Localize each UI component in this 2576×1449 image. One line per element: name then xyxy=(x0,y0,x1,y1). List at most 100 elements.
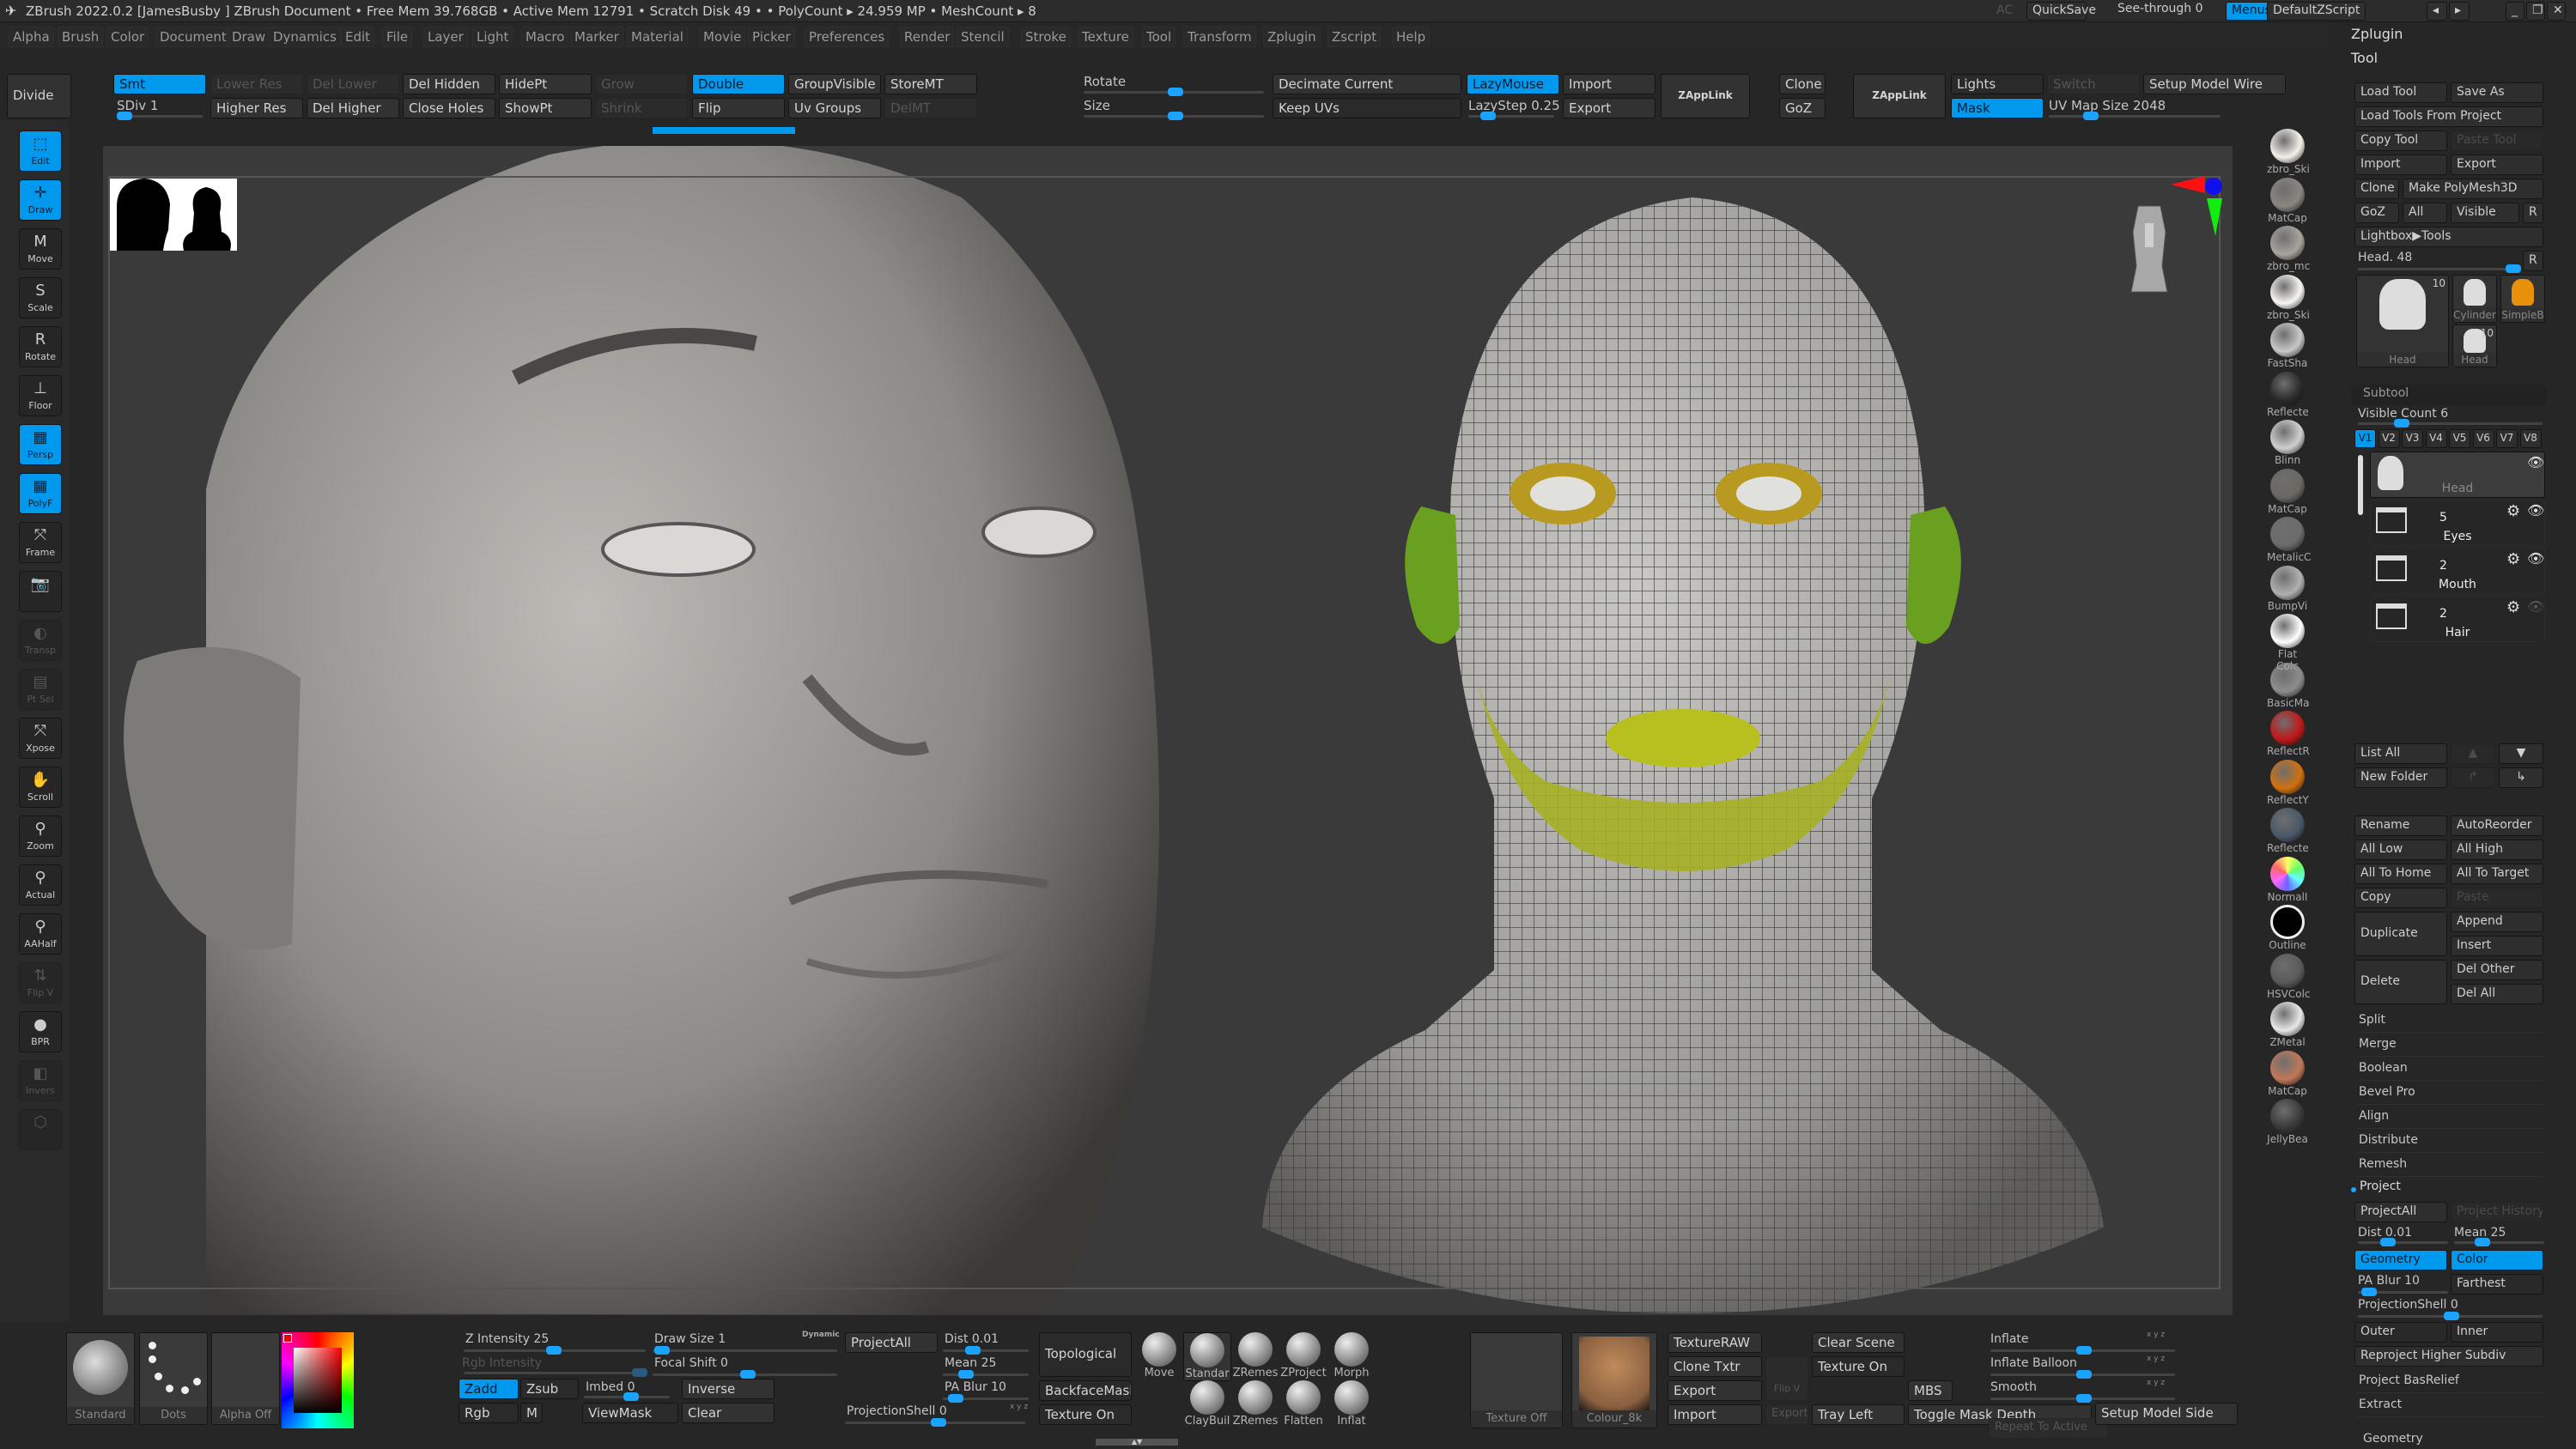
main-color-swatch[interactable] xyxy=(283,1334,292,1343)
texture-off-thumbnail[interactable]: Texture Off xyxy=(1470,1332,1563,1428)
brush-zremes[interactable]: ZRemes xyxy=(1231,1332,1279,1379)
menu-draw[interactable]: Draw xyxy=(228,27,270,47)
menu-marker[interactable]: Marker xyxy=(570,27,623,47)
menu-texture[interactable]: Texture xyxy=(1078,27,1133,47)
projection-shell-shelf-slider[interactable] xyxy=(845,1418,1025,1427)
brush-standar[interactable]: Standar xyxy=(1183,1332,1231,1381)
repeat-to-active-button[interactable]: Repeat To Active xyxy=(1989,1418,2109,1439)
vis-tab-v2[interactable]: V2 xyxy=(2378,429,2400,448)
material-item[interactable]: HSVColc xyxy=(2267,953,2311,1000)
tool-button-rotate[interactable]: R Rotate xyxy=(19,326,62,367)
make-polymesh3d-button[interactable]: Make PolyMesh3D xyxy=(2403,179,2543,199)
subtool-row[interactable]: 5 ⚙ 👁 Eyes xyxy=(2370,500,2545,546)
list-all-button[interactable]: List All xyxy=(2354,743,2447,764)
visible-count-slider[interactable] xyxy=(2358,419,2543,427)
load-tools-from-project-button[interactable]: Load Tools From Project xyxy=(2354,106,2543,127)
material-item[interactable]: JellyBea xyxy=(2267,1099,2308,1145)
insert-button[interactable]: Insert xyxy=(2451,936,2543,956)
vis-tab-v8[interactable]: V8 xyxy=(2519,429,2542,448)
viewmask-toggle[interactable]: ViewMask xyxy=(582,1403,678,1423)
menu-stroke[interactable]: Stroke xyxy=(1021,27,1071,47)
setup-model-side-button[interactable]: Setup Model Side xyxy=(2095,1403,2238,1425)
texture-map-thumbnail[interactable]: Colour_8k xyxy=(1571,1332,1657,1428)
lights-button[interactable]: Lights xyxy=(1951,74,2044,94)
subtool-row[interactable]: 👁 Head xyxy=(2370,452,2545,498)
menu-edit[interactable]: Edit xyxy=(341,27,375,47)
showpt-button[interactable]: ShowPt xyxy=(499,98,592,118)
geometry-toggle[interactable]: Geometry xyxy=(2354,1250,2447,1270)
divide-button[interactable]: Divide xyxy=(7,74,71,118)
material-item[interactable]: MatCap xyxy=(2267,468,2308,515)
layout-next-icon[interactable]: ▸ xyxy=(2449,2,2470,21)
move-down-icon[interactable]: ▼ xyxy=(2499,743,2543,764)
inflate-balloon-slider[interactable] xyxy=(1990,1370,2175,1379)
section-distribute[interactable]: Distribute xyxy=(2357,1130,2544,1153)
z-intensity-slider[interactable] xyxy=(464,1346,646,1355)
export-dim-button[interactable]: Export xyxy=(1765,1404,1808,1425)
switch-button[interactable]: Switch xyxy=(2047,74,2140,94)
grow-button[interactable]: Grow xyxy=(595,74,688,94)
projectall-shelf-button[interactable]: ProjectAll xyxy=(845,1332,938,1353)
farthest-toggle[interactable]: Farthest xyxy=(2451,1274,2543,1294)
menu-render[interactable]: Render xyxy=(900,27,955,47)
inverse-button[interactable]: Inverse xyxy=(682,1379,775,1399)
projectall-button[interactable]: ProjectAll xyxy=(2354,1202,2447,1222)
subtool-row[interactable]: 2 ⚙ 👁 Hair xyxy=(2370,596,2545,642)
lazymouse-toggle[interactable]: LazyMouse xyxy=(1467,74,1559,94)
copy-tool-button[interactable]: Copy Tool xyxy=(2354,130,2447,151)
eye-visibility-icon[interactable]: 👁 xyxy=(2527,550,2544,567)
del-other-button[interactable]: Del Other xyxy=(2451,960,2543,980)
material-item[interactable]: BumpVi xyxy=(2267,565,2308,612)
color-picker[interactable] xyxy=(282,1332,354,1428)
paste-subtool-button[interactable]: Paste xyxy=(2451,888,2543,908)
tool-button-aahalf[interactable]: ⚲ AAHalf xyxy=(19,913,62,955)
move-into-folder-icon[interactable]: ↱ xyxy=(2451,767,2495,788)
material-item[interactable]: Reflecte xyxy=(2267,808,2309,854)
gear-icon[interactable]: ⚙ xyxy=(2506,598,2520,616)
move-out-folder-icon[interactable]: ↳ xyxy=(2499,767,2543,788)
import-tool-button[interactable]: Import xyxy=(2354,155,2447,175)
tool-button-frame[interactable]: ⤧ Frame xyxy=(19,522,62,563)
imbed-slider[interactable] xyxy=(584,1392,670,1401)
section-split[interactable]: Split xyxy=(2357,1009,2544,1033)
smt-toggle[interactable]: Smt xyxy=(113,74,206,94)
material-item[interactable]: Reflecte xyxy=(2267,371,2309,418)
load-tool-button[interactable]: Load Tool xyxy=(2354,82,2447,103)
double-toggle[interactable]: Double xyxy=(692,74,785,94)
texture-on2-toggle[interactable]: Texture On xyxy=(1812,1356,1905,1377)
duplicate-button[interactable]: Duplicate xyxy=(2354,912,2447,956)
all-to-target-button[interactable]: All To Target xyxy=(2451,864,2543,884)
menu-file[interactable]: File xyxy=(382,27,413,47)
eye-visibility-icon[interactable]: 👁 xyxy=(2527,598,2544,615)
brush-claybuil[interactable]: ClayBuil xyxy=(1183,1380,1231,1428)
minimize-icon[interactable]: _ xyxy=(2506,2,2524,21)
sdiv-slider[interactable] xyxy=(117,112,203,120)
pa-blur-shelf-slider[interactable] xyxy=(943,1394,1029,1403)
autoreorder-button[interactable]: AutoReorder xyxy=(2451,815,2543,836)
uv-map-size-slider[interactable] xyxy=(2049,112,2221,120)
rgb-intensity-slider[interactable] xyxy=(464,1368,647,1377)
close-icon[interactable]: ✕ xyxy=(2547,2,2566,21)
menu-layer[interactable]: Layer xyxy=(423,27,468,47)
projection-shell-slider[interactable] xyxy=(2358,1312,2543,1320)
menu-movie[interactable]: Movie xyxy=(699,27,746,47)
vis-tab-v5[interactable]: V5 xyxy=(2449,429,2470,448)
focal-shift-slider[interactable] xyxy=(653,1370,837,1379)
brush-zproject[interactable]: ZProject xyxy=(1279,1332,1327,1379)
dynamic-toggle[interactable]: Dynamic xyxy=(802,1331,840,1339)
goz-button[interactable]: GoZ xyxy=(1779,98,1826,118)
menu-preferences[interactable]: Preferences xyxy=(805,27,890,47)
material-item[interactable]: ReflectY xyxy=(2267,759,2309,806)
draw-size-slider[interactable] xyxy=(653,1346,837,1355)
subtool-header[interactable]: Subtool xyxy=(2363,386,2409,400)
menu-tool[interactable]: Tool xyxy=(1142,27,1176,47)
higher-res-button[interactable]: Higher Res xyxy=(210,98,303,118)
material-item[interactable]: ReflectR xyxy=(2267,711,2310,757)
save-as-button[interactable]: Save As xyxy=(2451,82,2543,103)
paste-tool-button[interactable]: Paste Tool xyxy=(2451,130,2543,151)
subtool-scrollbar[interactable] xyxy=(2358,455,2363,515)
goz-tool-button[interactable]: GoZ xyxy=(2354,203,2399,223)
shelf-collapse-toggle-icon[interactable]: ▲▼ xyxy=(1096,1439,1178,1446)
goz-r-button[interactable]: R xyxy=(2523,203,2543,223)
brush-morph[interactable]: Morph xyxy=(1327,1332,1376,1379)
